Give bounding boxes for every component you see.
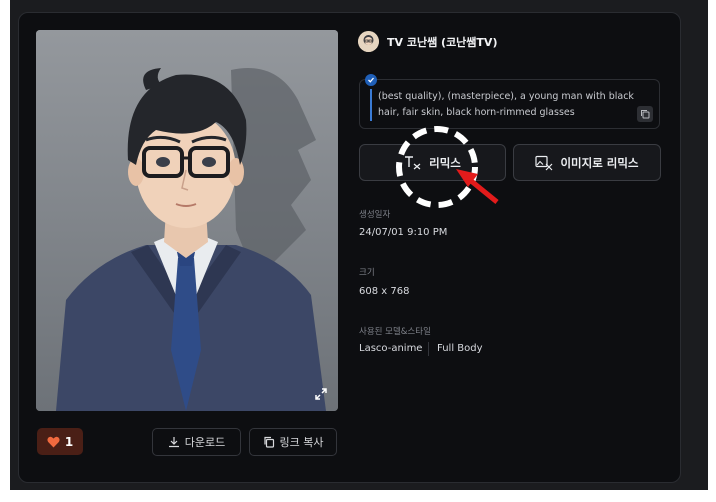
anime-portrait-illustration — [36, 30, 338, 411]
author-name[interactable]: TV 코난쌤 (코난쌤TV) — [387, 34, 497, 50]
prompt-box: (best quality), (masterpiece), a young m… — [359, 74, 660, 129]
download-button[interactable]: 다운로드 — [152, 428, 241, 456]
created-label: 생성일자 — [359, 210, 391, 220]
avatar-image — [358, 31, 379, 52]
like-count: 1 — [64, 434, 74, 449]
expand-image-button[interactable] — [310, 383, 332, 405]
image-remix-button[interactable]: 이미지로 리믹스 — [513, 144, 661, 181]
image-remix-icon — [535, 155, 553, 170]
avatar[interactable] — [358, 31, 379, 52]
model-style-label: 사용된 모델&스타일 — [359, 327, 431, 337]
copy-prompt-button[interactable] — [637, 106, 653, 122]
created-value: 24/07/01 9:10 PM — [359, 227, 448, 238]
remix-label: 리믹스 — [429, 155, 461, 170]
tag-divider — [428, 342, 429, 356]
size-label: 크기 — [359, 268, 375, 278]
copy-icon — [641, 110, 650, 119]
copy-link-label: 링크 복사 — [279, 436, 324, 449]
prompt-text: (best quality), (masterpiece), a young m… — [370, 89, 651, 121]
check-icon — [365, 74, 377, 86]
expand-icon — [315, 388, 327, 400]
style-tag[interactable]: Full Body — [437, 343, 483, 354]
remix-button[interactable]: 리믹스 — [359, 144, 506, 181]
size-value: 608 x 768 — [359, 286, 410, 297]
model-tag[interactable]: Lasco-anime — [359, 343, 422, 354]
heart-icon — [47, 436, 60, 447]
copy-icon — [263, 436, 274, 448]
copy-link-button[interactable]: 링크 복사 — [249, 428, 337, 456]
text-remix-icon — [405, 155, 421, 169]
generated-image[interactable] — [36, 30, 338, 411]
download-icon — [168, 437, 179, 448]
download-label: 다운로드 — [184, 436, 226, 449]
author-info[interactable]: TV 코난쌤 (코난쌤TV) — [358, 31, 497, 52]
like-button[interactable]: 1 — [37, 428, 83, 455]
image-remix-label: 이미지로 리믹스 — [560, 155, 639, 170]
